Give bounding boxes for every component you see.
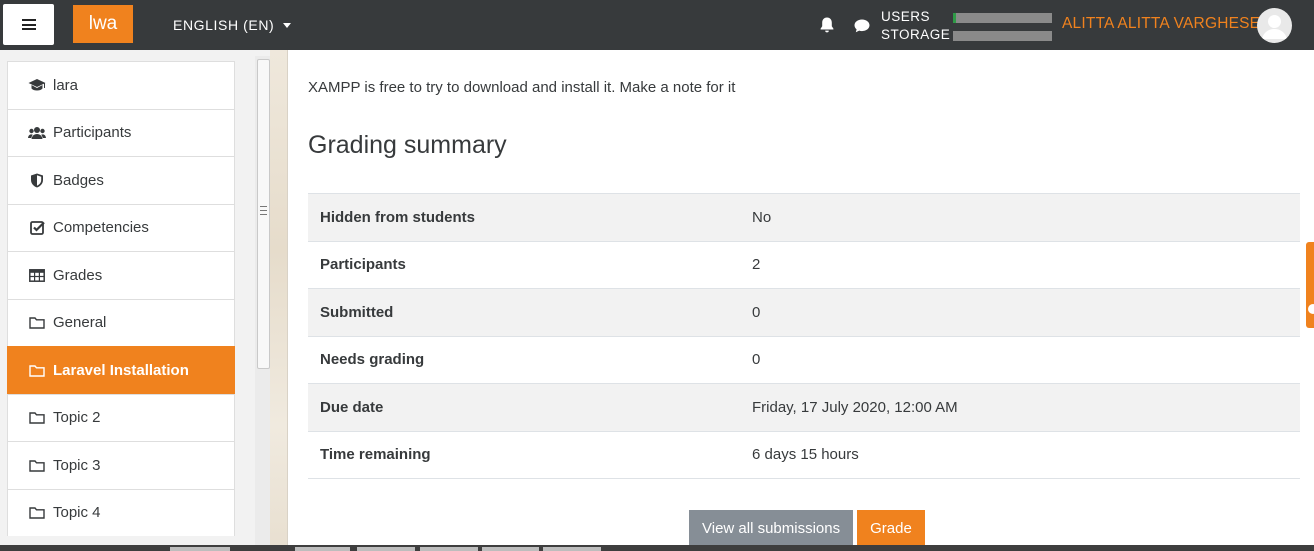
submission-actions: View all submissions Grade [689,510,925,547]
nav-item-label: General [53,314,107,332]
row-label: Hidden from students [320,208,476,226]
nav-item-general[interactable]: General [7,298,235,346]
taskbar-item[interactable] [295,547,350,551]
grip-icon [260,206,267,215]
row-label: Participants [320,256,406,274]
grading-summary-table: Hidden from students No Participants 2 S… [308,193,1300,479]
nav-item-label: Grades [53,266,103,284]
table-row: Submitted 0 [308,288,1300,336]
nav-item-course[interactable]: lara [7,61,235,109]
avatar[interactable] [1257,8,1292,43]
folder-icon [28,505,46,521]
site-logo[interactable]: lwa [73,5,133,43]
row-value: 2 [752,256,761,274]
row-value: Friday, 17 July 2020, 12:00 AM [752,398,958,416]
nav-item-topic-2[interactable]: Topic 2 [7,393,235,441]
section-title: Grading summary [308,131,507,159]
folder-icon [28,315,46,331]
row-value: 6 days 15 hours [752,446,859,464]
top-navbar: lwa ENGLISH (EN) USERS STORAGE ALITTA AL… [0,0,1314,50]
graduation-cap-icon [28,77,46,93]
row-label: Submitted [320,303,394,321]
nav-item-grades[interactable]: Grades [7,251,235,299]
usage-labels: USERS STORAGE [881,8,950,44]
nav-item-label: Badges [53,171,104,189]
caret-down-icon [283,22,292,28]
row-value: No [752,208,772,226]
table-row: Hidden from students No [308,193,1300,241]
nav-item-topic-3[interactable]: Topic 3 [7,441,235,489]
folder-icon [28,362,46,378]
row-value: 0 [752,303,761,321]
users-usage-fill [953,13,956,23]
nav-item-label: Laravel Installation [53,361,189,379]
row-label: Time remaining [320,446,431,464]
menu-toggle-button[interactable] [3,4,54,45]
circle-icon [1308,304,1314,314]
users-usage-bar [953,13,1052,23]
table-row: Time remaining 6 days 15 hours [308,431,1300,479]
shield-icon [28,172,46,188]
table-icon [28,267,46,283]
nav-item-label: Competencies [53,219,149,237]
storage-usage-bar [953,31,1052,41]
user-name[interactable]: ALITTA ALITTA VARGHESE [1062,15,1260,33]
page-background [270,50,288,551]
nav-item-label: Topic 3 [53,456,101,474]
taskbar-item[interactable] [170,547,230,551]
check-square-icon [28,220,46,236]
view-all-submissions-button[interactable]: View all submissions [689,510,854,547]
nav-item-label: Participants [53,124,132,142]
taskbar-item[interactable] [357,547,415,551]
table-row: Due date Friday, 17 July 2020, 12:00 AM [308,383,1300,431]
nav-item-badges[interactable]: Badges [7,156,235,204]
bell-icon[interactable] [818,16,836,34]
row-label: Needs grading [320,351,425,369]
grade-button[interactable]: Grade [857,510,925,547]
nav-item-topic-4[interactable]: Topic 4 [7,488,235,536]
row-label: Due date [320,398,384,416]
chat-icon[interactable] [853,17,871,35]
nav-item-label: Topic 4 [53,504,101,522]
nav-item-laravel-installation[interactable]: Laravel Installation [7,346,235,394]
folder-icon [28,457,46,473]
users-usage-label: USERS [881,9,931,24]
main-content: XAMPP is free to try to download and ins… [288,50,1314,551]
side-drawer: lara Participants Badges Competencies Gr… [0,50,270,551]
table-row: Needs grading 0 [308,336,1300,384]
side-panel-toggle[interactable] [1306,242,1314,328]
nav-item-competencies[interactable]: Competencies [7,203,235,251]
taskbar-item[interactable] [543,547,601,551]
table-row: Participants 2 [308,241,1300,289]
users-icon [28,125,46,141]
language-menu[interactable]: ENGLISH (EN) [173,17,292,33]
nav-item-participants[interactable]: Participants [7,108,235,156]
nav-item-label: Topic 2 [53,409,101,427]
taskbar-item[interactable] [420,547,478,551]
taskbar-item[interactable] [482,547,539,551]
folder-icon [28,410,46,426]
row-value: 0 [752,351,761,369]
storage-usage-label: STORAGE [881,27,951,42]
course-nav-list: lara Participants Badges Competencies Gr… [7,61,235,536]
nav-item-label: lara [53,76,79,94]
language-label: ENGLISH (EN) [173,17,275,33]
user-avatar-icon [1262,15,1287,39]
hamburger-icon [21,19,36,30]
assignment-description: XAMPP is free to try to download and ins… [308,79,736,96]
